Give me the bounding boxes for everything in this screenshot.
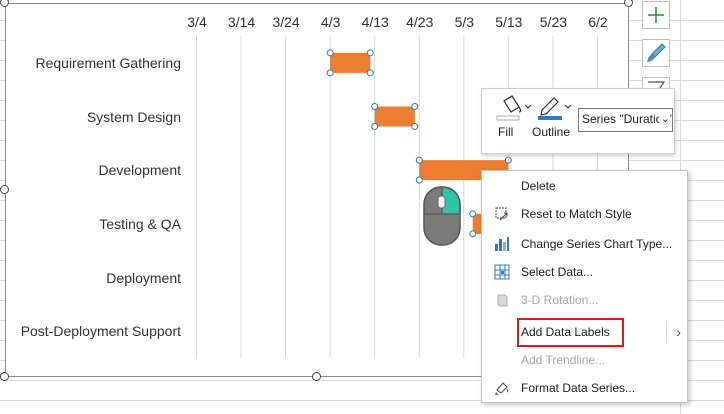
x-tick-label: 3/24 bbox=[272, 14, 300, 30]
bar-selection-handle[interactable] bbox=[326, 69, 334, 77]
fill-label: Fill bbox=[498, 125, 514, 139]
bar-selection-handle[interactable] bbox=[415, 176, 423, 184]
context-menu-item-label: Select Data... bbox=[521, 265, 594, 279]
outline-label: Outline bbox=[532, 125, 571, 139]
submenu-arrow-icon[interactable]: › bbox=[676, 324, 681, 340]
format-mini-toolbar: Fill Outline Series "Duration" ⌄ bbox=[481, 88, 675, 154]
context-menu-item: 3-D Rotation... bbox=[482, 286, 689, 314]
context-menu-item[interactable]: Change Series Chart Type... bbox=[482, 230, 689, 258]
mouse-right-click-icon bbox=[423, 186, 461, 246]
context-menu-item[interactable]: Delete bbox=[482, 172, 689, 200]
context-menu-item-label: Reset to Match Style bbox=[521, 207, 632, 221]
context-menu-item[interactable]: Select Data... bbox=[482, 258, 689, 286]
x-tick-label: 6/2 bbox=[588, 14, 608, 30]
x-tick-label: 4/23 bbox=[406, 14, 434, 30]
category-label: Requirement Gathering bbox=[35, 54, 181, 71]
select-data-icon bbox=[494, 264, 510, 280]
bar-selection-handle[interactable] bbox=[469, 230, 477, 238]
context-menu-item: Add Trendline... bbox=[482, 346, 689, 374]
context-menu-item-label: Delete bbox=[521, 179, 556, 193]
bar-selection-handle[interactable] bbox=[371, 103, 379, 110]
category-label: Development bbox=[98, 162, 182, 179]
chart-elements-button[interactable] bbox=[642, 1, 670, 29]
series-selector-dropdown[interactable]: Series "Duration" ⌄ bbox=[578, 108, 673, 132]
x-tick-label: 4/3 bbox=[320, 14, 341, 30]
gantt-bar[interactable] bbox=[374, 106, 415, 127]
context-menu-item-label: 3-D Rotation... bbox=[521, 293, 599, 307]
chart-styles-button[interactable] bbox=[642, 39, 670, 67]
chevron-down-icon: ⌄ bbox=[658, 112, 670, 125]
category-label: Deployment bbox=[106, 269, 181, 286]
format-series-icon bbox=[494, 380, 510, 396]
context-menu-item-label: Format Data Series... bbox=[521, 381, 636, 395]
x-tick-label: 3/14 bbox=[227, 14, 256, 30]
context-menu-item[interactable]: Reset to Match Style bbox=[482, 200, 689, 228]
bar-selection-handle[interactable] bbox=[366, 69, 374, 77]
category-label: Testing & QA bbox=[99, 215, 181, 232]
context-menu-item-label: Add Trendline... bbox=[521, 353, 606, 367]
resize-handle-bottom-middle[interactable] bbox=[312, 372, 321, 381]
chart-elements-plus-icon bbox=[648, 7, 664, 23]
context-menu-item-label: Change Series Chart Type... bbox=[521, 237, 673, 251]
bar-selection-handle[interactable] bbox=[366, 49, 374, 57]
bar-selection-handle[interactable] bbox=[411, 123, 419, 130]
rotation-icon bbox=[494, 292, 510, 308]
category-label: Post-Deployment Support bbox=[20, 323, 181, 340]
x-tick-label: 5/23 bbox=[539, 14, 568, 30]
context-menu-item[interactable]: Format Data Series... bbox=[482, 374, 689, 402]
fill-button[interactable]: Fill bbox=[492, 93, 532, 149]
outline-button[interactable]: Outline bbox=[530, 93, 578, 149]
bar-selection-handle[interactable] bbox=[415, 156, 423, 164]
gantt-bar[interactable] bbox=[330, 52, 371, 73]
chart-styles-brush-icon bbox=[647, 43, 666, 62]
context-menu: Delete Reset to Match Style Change Series … bbox=[481, 170, 688, 403]
fill-bucket-icon bbox=[496, 95, 532, 121]
resize-handle-bottom-left[interactable] bbox=[0, 372, 9, 381]
x-tick-label: 5/13 bbox=[495, 14, 523, 30]
reset-style-icon bbox=[494, 206, 510, 222]
resize-handle-middle-left[interactable] bbox=[0, 185, 9, 194]
x-tick-label: 4/13 bbox=[361, 14, 389, 30]
bar-selection-handle[interactable] bbox=[326, 49, 334, 57]
bar-selection-handle[interactable] bbox=[504, 156, 512, 164]
bar-selection-handle[interactable] bbox=[411, 103, 419, 110]
submenu-separator bbox=[666, 322, 667, 342]
category-label: System Design bbox=[86, 108, 181, 125]
outline-pen-icon bbox=[538, 97, 572, 120]
x-tick-label: 5/3 bbox=[454, 14, 475, 30]
highlight-box bbox=[517, 318, 624, 347]
bar-selection-handle[interactable] bbox=[371, 123, 379, 130]
chart-type-icon bbox=[494, 236, 510, 252]
x-tick-label: 3/4 bbox=[187, 14, 207, 30]
bar-selection-handle[interactable] bbox=[469, 210, 477, 218]
